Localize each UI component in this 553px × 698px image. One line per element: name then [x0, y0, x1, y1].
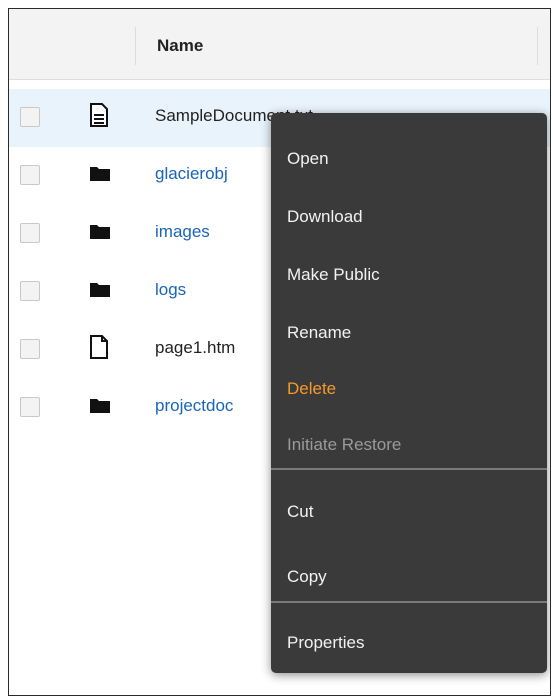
row-label[interactable]: glacierobj — [155, 164, 228, 184]
row-label: page1.htm — [155, 338, 236, 357]
context-menu: Open Download Make Public Rename Delete … — [271, 113, 547, 673]
menu-item-make-public[interactable]: Make Public — [287, 265, 380, 285]
row-label[interactable]: projectdoc — [155, 396, 233, 416]
menu-item-copy[interactable]: Copy — [287, 567, 327, 587]
document-icon — [89, 103, 109, 127]
menu-item-rename[interactable]: Rename — [287, 323, 351, 343]
menu-divider — [271, 601, 547, 603]
table-header: Name — [9, 9, 550, 80]
row-checkbox[interactable] — [20, 107, 40, 127]
column-separator — [135, 27, 136, 65]
folder-icon — [89, 277, 110, 301]
blank-file-icon — [89, 335, 109, 359]
menu-item-open[interactable]: Open — [287, 149, 329, 169]
row-label[interactable]: logs — [155, 280, 186, 300]
menu-item-delete[interactable]: Delete — [287, 379, 336, 399]
name-column-header[interactable]: Name — [157, 36, 203, 56]
row-label[interactable]: images — [155, 222, 210, 242]
row-checkbox[interactable] — [20, 281, 40, 301]
menu-item-download[interactable]: Download — [287, 207, 363, 227]
row-checkbox[interactable] — [20, 397, 40, 417]
folder-icon — [89, 393, 110, 417]
folder-icon — [89, 219, 110, 243]
row-checkbox[interactable] — [20, 165, 40, 185]
file-browser-panel: Name SampleDocument.txt glacierobj image… — [8, 8, 551, 696]
menu-item-initiate-restore: Initiate Restore — [287, 435, 402, 454]
column-separator — [537, 27, 538, 65]
folder-icon — [89, 161, 110, 185]
menu-item-properties[interactable]: Properties — [287, 633, 364, 653]
row-checkbox[interactable] — [20, 223, 40, 243]
row-checkbox[interactable] — [20, 339, 40, 359]
menu-item-cut[interactable]: Cut — [287, 502, 313, 522]
menu-divider — [271, 468, 547, 470]
